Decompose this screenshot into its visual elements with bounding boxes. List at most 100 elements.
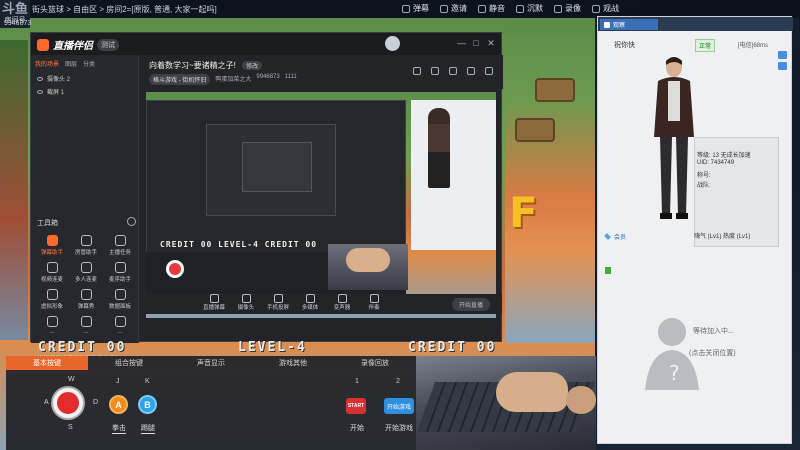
avatar[interactable] <box>385 36 400 51</box>
observe-icon <box>604 21 610 28</box>
gift-icon[interactable] <box>449 67 457 75</box>
network-latency: [电信]68ms <box>738 43 769 49</box>
tool-mic-order[interactable]: 麦序助手 <box>103 262 137 283</box>
tool-multi-link[interactable]: 多人连麦 <box>69 262 103 283</box>
toolbox-grid: 弹幕助手 房管助手 主播任务 视频连麦 多人连麦 麦序助手 虚拟形象 弹幕秀 数… <box>35 235 137 335</box>
fans-count: 1111 <box>284 74 297 80</box>
tab-combo-keys[interactable]: 组合按键 <box>88 356 170 370</box>
layout-icon[interactable] <box>413 67 421 75</box>
tab-sound-display[interactable]: 声音显示 <box>170 356 252 370</box>
edit-title-button[interactable]: 修改 <box>242 61 263 70</box>
mic-order-icon <box>114 262 126 273</box>
toolbar-accompaniment[interactable]: 伴奏 <box>360 294 388 311</box>
chat-icon[interactable] <box>431 67 439 75</box>
svg-text:?: ? <box>669 361 680 385</box>
mic-icon <box>337 294 347 303</box>
minimize-button[interactable]: — <box>457 38 466 49</box>
share-icon[interactable] <box>485 67 493 75</box>
game-tile <box>535 78 575 102</box>
start-game-button[interactable]: 开始游戏 <box>384 398 414 414</box>
top-menu-record[interactable]: 录像 <box>554 3 588 14</box>
bell-icon[interactable] <box>467 67 475 75</box>
game-left-strip <box>0 40 28 340</box>
barrage-show-icon <box>80 289 92 300</box>
player-nickname: 祝你快 <box>614 42 635 49</box>
task-icon <box>114 235 126 246</box>
punch-button[interactable]: A <box>109 395 128 414</box>
top-menu-invite[interactable]: 邀请 <box>440 3 474 14</box>
broadcast-toolbar: 直播弹幕 摄像头 手机投屏 多媒体 变声器 伴奏 <box>140 294 502 314</box>
tool-more[interactable]: ... <box>35 316 69 335</box>
tool-barrage-show[interactable]: 弹幕秀 <box>69 289 103 310</box>
silence-icon <box>516 4 524 13</box>
logo-glyph: 斗鱼 <box>1 1 28 16</box>
invite-icon <box>440 4 448 13</box>
tool-more[interactable]: ... <box>69 316 103 335</box>
joystick[interactable] <box>53 388 83 418</box>
barrage-icon <box>209 294 219 303</box>
close-seat-link[interactable]: (点击关闭位置) <box>689 348 736 358</box>
preview-joystick <box>166 260 184 278</box>
tool-video-link[interactable]: 视频连麦 <box>35 262 69 283</box>
start-button[interactable]: START <box>346 398 366 414</box>
speaker-icon <box>369 294 379 303</box>
scene-item[interactable]: 摄像头 2 <box>31 72 138 85</box>
eye-icon[interactable] <box>37 89 43 94</box>
room-info-header: 向着数学习~要诸精之子! 修改 格斗游戏 - 街机怀旧 鸭蛋加菜之大 99468… <box>141 55 503 89</box>
gear-icon[interactable] <box>127 217 136 226</box>
more-icon <box>114 316 126 327</box>
hand <box>496 372 568 412</box>
version-badge[interactable]: 测试 <box>97 38 119 51</box>
card-icon[interactable] <box>778 62 787 70</box>
barrage-helper-icon <box>46 235 58 246</box>
key-label-down: S <box>68 424 73 431</box>
maximize-button[interactable]: □ <box>472 38 480 49</box>
room-id-text: 9946873 <box>4 20 32 27</box>
toolbar-phone-cast[interactable]: 手机投屏 <box>264 294 292 311</box>
credit-right: CREDIT 00 <box>408 340 497 355</box>
tool-avatar[interactable]: 虚拟形象 <box>35 289 69 310</box>
status-flag-icon <box>605 267 611 274</box>
tab-layers[interactable]: 图层 <box>65 59 77 68</box>
eye-icon[interactable] <box>37 76 43 81</box>
preview-hand <box>346 248 390 272</box>
tab-game-other[interactable]: 游戏其他 <box>252 356 334 370</box>
top-menu-silence[interactable]: 沉默 <box>516 3 550 14</box>
top-menu-barrage[interactable]: 弹幕 <box>402 3 436 14</box>
kick-button[interactable]: B <box>138 395 157 414</box>
tab-my-scenes[interactable]: 我的场景 <box>35 59 59 68</box>
tab-replay[interactable]: 录像回放 <box>334 356 416 370</box>
close-button[interactable]: ✕ <box>487 38 495 49</box>
category-tag[interactable]: 格斗游戏 - 街机怀旧 <box>149 74 211 85</box>
tab-observe[interactable]: 观察 <box>600 19 658 30</box>
toolbar-camera[interactable]: 摄像头 <box>232 294 260 311</box>
tool-more[interactable]: ... <box>103 316 137 335</box>
top-menu-mute[interactable]: 静音 <box>478 3 512 14</box>
window-controls: — □ ✕ <box>457 38 495 49</box>
scene-item[interactable]: 截屏 1 <box>31 85 138 98</box>
tab-basic-keys[interactable]: 基本按键 <box>6 356 88 370</box>
tool-data-panel[interactable]: 数据面板 <box>103 289 137 310</box>
card-icon[interactable] <box>778 51 787 59</box>
tool-barrage-helper[interactable]: 弹幕助手 <box>35 235 69 256</box>
start-live-button[interactable]: 开始直播 <box>452 298 490 311</box>
toolbar-voice-changer[interactable]: 变声器 <box>328 294 356 311</box>
tab-category[interactable]: 分类 <box>83 59 95 68</box>
key-label-k: K <box>145 378 150 385</box>
live-preview[interactable]: CREDIT 00 LEVEL-4 CREDIT 00 <box>146 92 496 318</box>
top-menu-spectate[interactable]: 观战 <box>592 3 626 14</box>
toolbar-live-barrage[interactable]: 直播弹幕 <box>200 294 228 311</box>
tool-room-admin[interactable]: 房管助手 <box>69 235 103 256</box>
toolbar-media[interactable]: 多媒体 <box>296 294 324 311</box>
keyboard-camera <box>416 356 596 450</box>
room-admin-icon <box>80 235 92 246</box>
preview-side-panel <box>411 100 496 250</box>
player-level: 等级: 13 无成长加速 <box>697 153 751 159</box>
vip-badge: 会员 <box>604 232 626 241</box>
media-icon <box>305 294 315 303</box>
video-link-icon <box>46 262 58 273</box>
player-stats: 嗨气 (Lv1) 热度 (Lv1) <box>694 234 751 240</box>
tool-streamer-task[interactable]: 主播任务 <box>103 235 137 256</box>
game-right-strip: F <box>505 18 595 343</box>
start-game-label: 开始游戏 <box>385 425 413 432</box>
